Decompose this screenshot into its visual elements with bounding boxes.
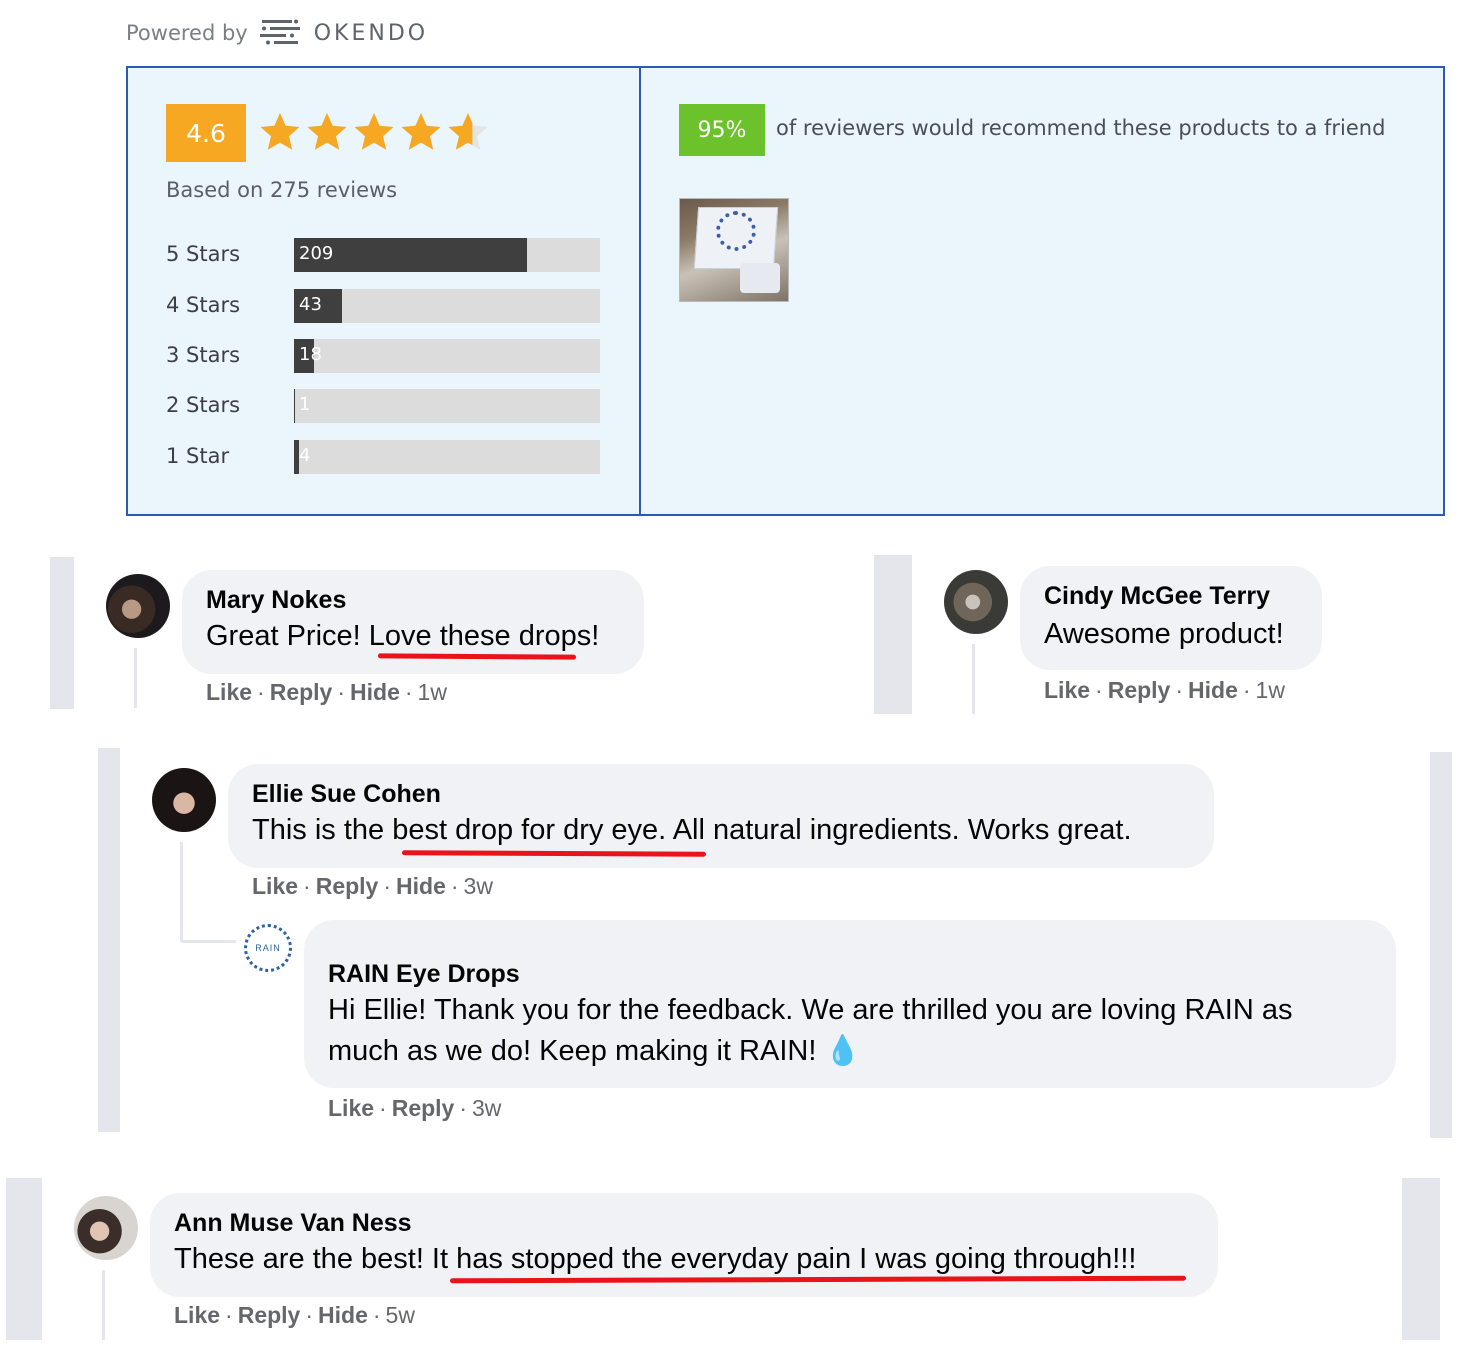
comment-time[interactable]: 3w — [464, 873, 493, 899]
screenshot-gutter — [1430, 752, 1452, 1138]
screenshot-gutter — [98, 748, 120, 1132]
comment-actions: Like · Reply · 3w — [328, 1095, 502, 1121]
powered-by-okendo[interactable]: Powered by OKENDO — [126, 16, 428, 50]
comment-actions: Like · Reply · Hide · 5w — [174, 1302, 415, 1328]
star-icon — [260, 113, 300, 150]
powered-by-label: Powered by — [126, 21, 248, 45]
distribution-bar: 1 — [294, 389, 600, 423]
like-link[interactable]: Like — [252, 873, 298, 899]
hide-link[interactable]: Hide — [1188, 677, 1238, 703]
brand-avatar-text: RAIN — [255, 943, 281, 953]
distribution-row-2[interactable]: 2 Stars 1 — [166, 389, 606, 423]
commenter-name[interactable]: Ellie Sue Cohen — [252, 780, 441, 809]
product-thumbnail[interactable] — [679, 198, 789, 302]
distribution-fill — [294, 440, 299, 474]
distribution-label: 5 Stars — [166, 242, 241, 266]
comment-text: Great Price! Love these drops! — [206, 620, 600, 652]
screenshot-gutter — [6, 1178, 42, 1340]
reply-link[interactable]: Reply — [392, 1095, 455, 1121]
like-link[interactable]: Like — [328, 1095, 374, 1121]
review-count: Based on 275 reviews — [166, 178, 398, 202]
commenter-name[interactable]: Cindy McGee Terry — [1044, 582, 1270, 611]
screenshot-gutter — [874, 555, 912, 714]
comment-time[interactable]: 1w — [1256, 677, 1285, 703]
reply-link[interactable]: Reply — [270, 679, 333, 705]
avatar[interactable] — [152, 768, 216, 832]
distribution-count: 1 — [299, 394, 311, 415]
reply-link[interactable]: Reply — [1108, 677, 1171, 703]
hide-link[interactable]: Hide — [318, 1302, 368, 1328]
comment-time[interactable]: 5w — [386, 1302, 415, 1328]
star-icon — [354, 113, 394, 150]
thread-line — [134, 648, 137, 708]
avatar[interactable] — [106, 574, 170, 638]
average-score-badge: 4.6 — [166, 104, 246, 162]
okendo-brand: OKENDO — [313, 20, 429, 46]
like-link[interactable]: Like — [206, 679, 252, 705]
distribution-label: 3 Stars — [166, 343, 241, 367]
thread-line — [972, 644, 975, 714]
comment-bubble: Cindy McGee Terry Awesome product! — [1020, 566, 1322, 670]
thread-line — [180, 940, 236, 943]
star-icon — [448, 113, 488, 150]
comment-text: Awesome product! — [1044, 618, 1284, 650]
distribution-label: 1 Star — [166, 444, 230, 468]
brand-avatar[interactable]: RAIN — [244, 924, 292, 972]
star-icon — [307, 113, 347, 150]
distribution-count: 18 — [299, 344, 322, 365]
distribution-label: 4 Stars — [166, 293, 241, 317]
reply-link[interactable]: Reply — [238, 1302, 301, 1328]
okendo-logo-icon — [259, 18, 302, 48]
star-icon — [401, 113, 441, 150]
comment-time[interactable]: 3w — [472, 1095, 501, 1121]
reply-text-line2: much as we do! Keep making it RAIN! 💧 — [328, 1035, 861, 1067]
thread-line — [102, 1270, 105, 1340]
distribution-bar: 43 — [294, 289, 600, 323]
commenter-name[interactable]: RAIN Eye Drops — [328, 960, 520, 989]
distribution-row-1[interactable]: 1 Star 4 — [166, 440, 606, 474]
commenter-name[interactable]: Mary Nokes — [206, 586, 346, 615]
recommend-percent-badge: 95% — [679, 104, 765, 156]
screenshot-gutter — [50, 557, 74, 709]
distribution-label: 2 Stars — [166, 393, 241, 417]
distribution-row-3[interactable]: 3 Stars 18 — [166, 339, 606, 373]
comment-actions: Like · Reply · Hide · 1w — [1044, 677, 1285, 703]
recommend-text: of reviewers would recommend these produ… — [776, 116, 1386, 140]
avatar[interactable] — [74, 1196, 138, 1260]
distribution-row-4[interactable]: 4 Stars 43 — [166, 289, 606, 323]
screenshot-gutter — [1402, 1178, 1440, 1340]
like-link[interactable]: Like — [1044, 677, 1090, 703]
comment-text: These are the best! It has stopped the e… — [174, 1243, 1137, 1275]
comment-actions: Like · Reply · Hide · 3w — [252, 873, 493, 899]
comment-time[interactable]: 1w — [418, 679, 447, 705]
distribution-row-5[interactable]: 5 Stars 209 — [166, 238, 606, 272]
distribution-bar: 209 — [294, 238, 600, 272]
avatar[interactable] — [944, 570, 1008, 634]
distribution-count: 43 — [299, 294, 322, 315]
panel-divider — [639, 68, 641, 514]
distribution-bar: 18 — [294, 339, 600, 373]
distribution-count: 4 — [299, 445, 311, 466]
hide-link[interactable]: Hide — [396, 873, 446, 899]
commenter-name[interactable]: Ann Muse Van Ness — [174, 1209, 412, 1238]
reply-link[interactable]: Reply — [316, 873, 379, 899]
hide-link[interactable]: Hide — [350, 679, 400, 705]
star-rating — [258, 110, 490, 154]
distribution-bar: 4 — [294, 440, 600, 474]
distribution-fill — [294, 389, 296, 423]
reply-bubble: RAIN Eye Drops Hi Ellie! Thank you for t… — [304, 920, 1396, 1088]
reviews-summary: 4.6 Based on 275 reviews 5 Stars 209 4 S… — [126, 66, 1445, 516]
comment-actions: Like · Reply · Hide · 1w — [206, 679, 447, 705]
thread-line — [180, 842, 183, 940]
like-link[interactable]: Like — [174, 1302, 220, 1328]
distribution-count: 209 — [299, 243, 334, 264]
reply-text-line1: Hi Ellie! Thank you for the feedback. We… — [328, 994, 1293, 1026]
comment-text: This is the best drop for dry eye. All n… — [252, 814, 1132, 846]
comment-bubble: Ellie Sue Cohen This is the best drop fo… — [228, 764, 1214, 868]
